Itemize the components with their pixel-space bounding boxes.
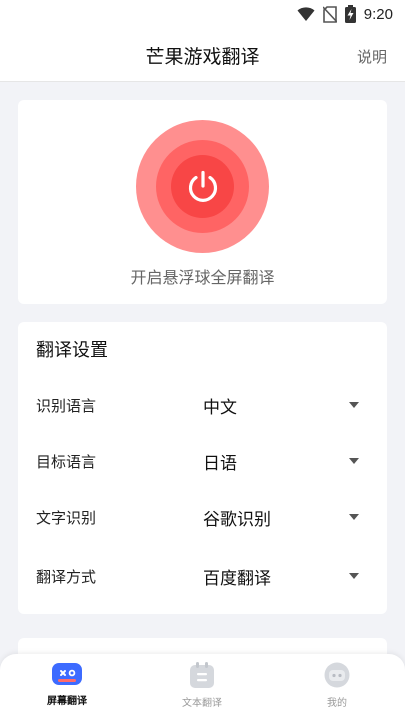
wifi-icon (297, 7, 315, 21)
nav-label: 我的 (327, 698, 347, 709)
app-header: 芒果游戏翻译 说明 (0, 28, 405, 82)
setting-value[interactable]: 百度翻译 (203, 564, 271, 589)
setting-label: 识别语言 (36, 397, 97, 415)
power-core (171, 155, 234, 218)
setting-row-text-recognition[interactable]: 文字识别 谷歌识别 (18, 501, 387, 531)
power-toggle-button[interactable] (136, 120, 269, 253)
setting-value[interactable]: 中文 (203, 393, 237, 418)
nav-label: 文本翻译 (182, 698, 222, 709)
floating-ball-card: 开启悬浮球全屏翻译 (18, 100, 387, 304)
chevron-down-icon[interactable] (349, 514, 359, 520)
battery-charging-icon (344, 5, 356, 23)
status-icons: 9:20 (297, 5, 393, 23)
power-ring (156, 140, 249, 233)
setting-row-target-language[interactable]: 目标语言 日语 (18, 445, 387, 475)
translation-settings-card: 翻译设置 识别语言 中文 目标语言 日语 文字识别 谷歌识别 翻译方式 百度翻译 (18, 322, 387, 614)
power-label: 开启悬浮球全屏翻译 (130, 268, 275, 287)
robot-avatar-icon (324, 662, 350, 688)
nav-item-text-translate[interactable]: 文本翻译 (157, 662, 247, 709)
bottom-nav: 屏幕翻译 文本翻译 我的 (0, 654, 405, 720)
chevron-down-icon[interactable] (349, 402, 359, 408)
setting-row-recognition-language[interactable]: 识别语言 中文 (18, 389, 387, 419)
setting-label: 翻译方式 (36, 568, 97, 586)
setting-label: 目标语言 (36, 453, 97, 471)
setting-value[interactable]: 谷歌识别 (203, 505, 271, 530)
nav-label: 屏幕翻译 (47, 696, 87, 707)
status-bar: 9:20 (0, 0, 405, 28)
nav-item-profile[interactable]: 我的 (292, 662, 382, 709)
chevron-down-icon[interactable] (349, 458, 359, 464)
setting-value[interactable]: 日语 (203, 449, 237, 474)
document-icon (190, 662, 214, 688)
setting-label: 文字识别 (36, 509, 97, 527)
gamepad-icon (52, 663, 82, 685)
chevron-down-icon[interactable] (349, 573, 359, 579)
help-link[interactable]: 说明 (357, 46, 387, 67)
page-title: 芒果游戏翻译 (145, 46, 260, 68)
status-time: 9:20 (363, 5, 393, 23)
nav-item-screen-translate[interactable]: 屏幕翻译 (22, 662, 112, 707)
no-sim-icon (322, 5, 337, 23)
setting-row-translation-method[interactable]: 翻译方式 百度翻译 (18, 560, 387, 590)
settings-title: 翻译设置 (36, 340, 108, 361)
power-icon (188, 170, 217, 202)
